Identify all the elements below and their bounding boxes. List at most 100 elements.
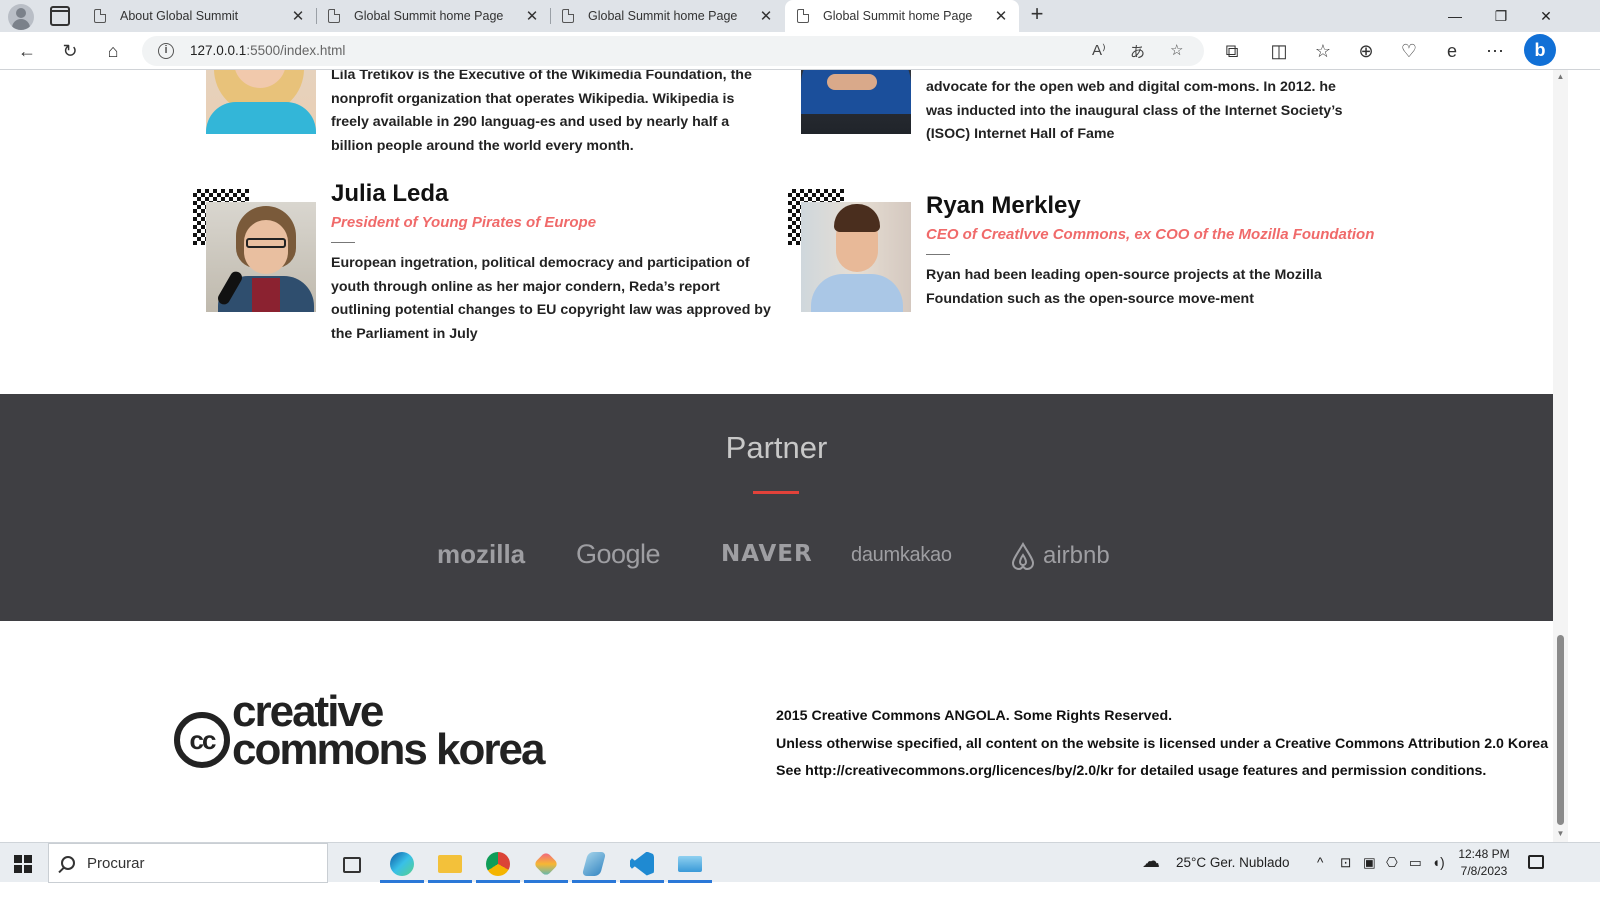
cc-icon: cc [174, 712, 230, 768]
tab-title: Global Summit home Page [823, 9, 973, 23]
show-hidden-icons-chevron-icon[interactable]: ^ [1317, 855, 1323, 870]
speaker-bio: Ryan had been leading open-source projec… [926, 267, 1322, 307]
search-icon [61, 856, 75, 870]
remote-desktop-taskbar-icon[interactable] [668, 847, 712, 883]
scroll-up-arrow-icon[interactable]: ▲ [1556, 73, 1565, 81]
tab-strip: About Global Summit ✕ Global Summit home… [0, 0, 1600, 32]
speaker-divider [331, 242, 355, 243]
tray-app-icon[interactable]: ⎔ [1386, 855, 1398, 871]
vscode-taskbar-icon[interactable] [620, 847, 664, 883]
edge-extension-icon[interactable]: e [1439, 38, 1465, 64]
site-info-icon[interactable]: i [158, 43, 174, 59]
translate-icon[interactable]: あ [1130, 41, 1145, 62]
volume-icon[interactable]: ◖) [1432, 855, 1445, 870]
footer-copyright: 2015 Creative Commons ANGOLA. Some Right… [776, 708, 1173, 724]
profile-avatar[interactable] [8, 4, 34, 30]
logo-text-line2: commons korea [232, 725, 545, 774]
favorite-star-icon[interactable]: ☆ [1170, 41, 1183, 59]
clock-date: 7/8/2023 [1460, 864, 1508, 878]
refresh-icon[interactable]: ↻ [57, 38, 83, 64]
speaker-photo [801, 70, 911, 134]
taskbar-search-placeholder: Procurar [87, 854, 145, 872]
favorites-icon[interactable]: ☆ [1310, 38, 1336, 64]
back-icon[interactable]: ← [14, 38, 40, 64]
scroll-down-arrow-icon[interactable]: ▼ [1556, 830, 1565, 838]
footer-text: 2015 Creative Commons ANGOLA. Some Right… [776, 703, 1553, 786]
bing-chat-icon[interactable]: b [1524, 34, 1556, 66]
tab-title: Global Summit home Page [588, 9, 738, 23]
tab-actions-icon[interactable] [50, 6, 70, 26]
browser-toolbar: ← ↻ ⌂ i 127.0.0.1:5500/index.html A⁾ あ ☆… [0, 32, 1600, 70]
speaker-role: President of Young Pirates of Europe [331, 214, 597, 231]
tab-title: About Global Summit [120, 9, 239, 23]
new-tab-button[interactable]: + [1026, 3, 1048, 27]
tray-app-icon[interactable]: ⊡ [1340, 855, 1351, 871]
partner-title-underline [753, 491, 799, 494]
close-tab-icon[interactable]: ✕ [993, 7, 1009, 25]
footer-license-link: See http://creativecommons.org/licences/… [776, 763, 1487, 779]
speaker-divider [926, 254, 950, 255]
windows-taskbar: Procurar ☁ 25°C Ger. Nublado ^ ⊡ ▣ ⎔ ▭ ◖… [0, 842, 1600, 883]
performance-icon[interactable]: ♡ [1396, 38, 1422, 64]
taskbar-search[interactable]: Procurar [48, 843, 328, 883]
speaker-role: CEO of Creatlvve Commons, ex COO of the … [926, 226, 1375, 243]
partner-logo-naver[interactable]: NAVER [721, 541, 813, 567]
file-explorer-taskbar-icon[interactable] [428, 847, 472, 883]
browser-tab[interactable]: Global Summit home Page ✕ [316, 0, 550, 32]
scroll-thumb[interactable] [1557, 635, 1564, 825]
browser-tab-active[interactable]: Global Summit home Page ✕ [785, 0, 1019, 32]
collections-icon[interactable]: ⊕ [1353, 38, 1379, 64]
speaker-bio: European ingetration, political democrac… [331, 255, 771, 342]
speaker-photo [206, 70, 316, 134]
restore-button[interactable]: ❐ [1478, 0, 1524, 32]
more-options-icon[interactable]: ⋯ [1482, 38, 1508, 64]
tab-title: Global Summit home Page [354, 9, 504, 23]
browser-tab[interactable]: Global Summit home Page ✕ [550, 0, 784, 32]
partner-logo-mozilla[interactable]: mozilla [437, 539, 525, 570]
address-url[interactable]: 127.0.0.1:5500/index.html [190, 43, 345, 58]
speaker-name: Ryan Merkley [926, 192, 1081, 219]
split-screen-icon[interactable]: ◫ [1266, 38, 1292, 64]
close-tab-icon[interactable]: ✕ [524, 7, 540, 25]
close-tab-icon[interactable]: ✕ [290, 7, 306, 25]
weather-text[interactable]: 25°C Ger. Nublado [1176, 855, 1289, 870]
extensions-icon[interactable]: ⧉ [1219, 38, 1245, 64]
address-bar[interactable]: i 127.0.0.1:5500/index.html A⁾ あ ☆ [142, 36, 1204, 66]
browser-tab[interactable]: About Global Summit ✕ [82, 0, 316, 32]
notification-center-icon[interactable] [1528, 855, 1544, 869]
page-icon [94, 9, 106, 23]
tray-app-icon[interactable]: ▣ [1363, 855, 1376, 871]
footer-license: Unless otherwise specified, all content … [776, 735, 1553, 752]
partner-title: Partner [725, 430, 828, 465]
page-icon [328, 9, 340, 23]
speaker-name: Julia Leda [331, 180, 449, 207]
weather-icon[interactable]: ☁ [1142, 851, 1160, 872]
partner-logo-airbnb[interactable]: airbnb [1009, 541, 1110, 571]
home-icon[interactable]: ⌂ [100, 38, 126, 64]
notes-app-taskbar-icon[interactable] [572, 847, 616, 883]
close-window-button[interactable]: ✕ [1523, 0, 1569, 32]
partner-logo-daumkakao[interactable]: daumkakao [851, 544, 952, 567]
windows-start-icon[interactable] [14, 855, 32, 873]
taskbar-clock[interactable]: 12:48 PM 7/8/2023 [1452, 846, 1516, 880]
partner-section: Partner mozilla Google NAVER daumkakao a… [0, 394, 1553, 621]
speaker-bio: Lila Tretikov is the Executive of the Wi… [331, 70, 752, 154]
speaker-photo [206, 202, 316, 312]
airbnb-icon [1011, 541, 1035, 571]
airbnb-wordmark: airbnb [1043, 542, 1110, 569]
partner-logo-google[interactable]: Google [576, 539, 661, 570]
git-app-taskbar-icon[interactable] [524, 847, 568, 883]
speaker-bio: advocate for the open web and digital co… [926, 79, 1343, 142]
page-viewport: Lila Tretikov is the Executive of the Wi… [0, 70, 1553, 842]
close-tab-icon[interactable]: ✕ [758, 7, 774, 25]
speaker-photo [801, 202, 911, 312]
minimize-button[interactable]: — [1432, 0, 1478, 32]
page-icon [562, 9, 574, 23]
task-view-icon[interactable] [330, 847, 374, 883]
read-aloud-icon[interactable]: A⁾ [1092, 41, 1106, 59]
chrome-taskbar-icon[interactable] [476, 847, 520, 883]
edge-taskbar-icon[interactable] [380, 847, 424, 883]
creative-commons-korea-logo: cc creative commons korea [172, 690, 572, 778]
network-icon[interactable]: ▭ [1409, 855, 1422, 871]
page-scrollbar[interactable]: ▲ ▼ [1553, 70, 1568, 842]
